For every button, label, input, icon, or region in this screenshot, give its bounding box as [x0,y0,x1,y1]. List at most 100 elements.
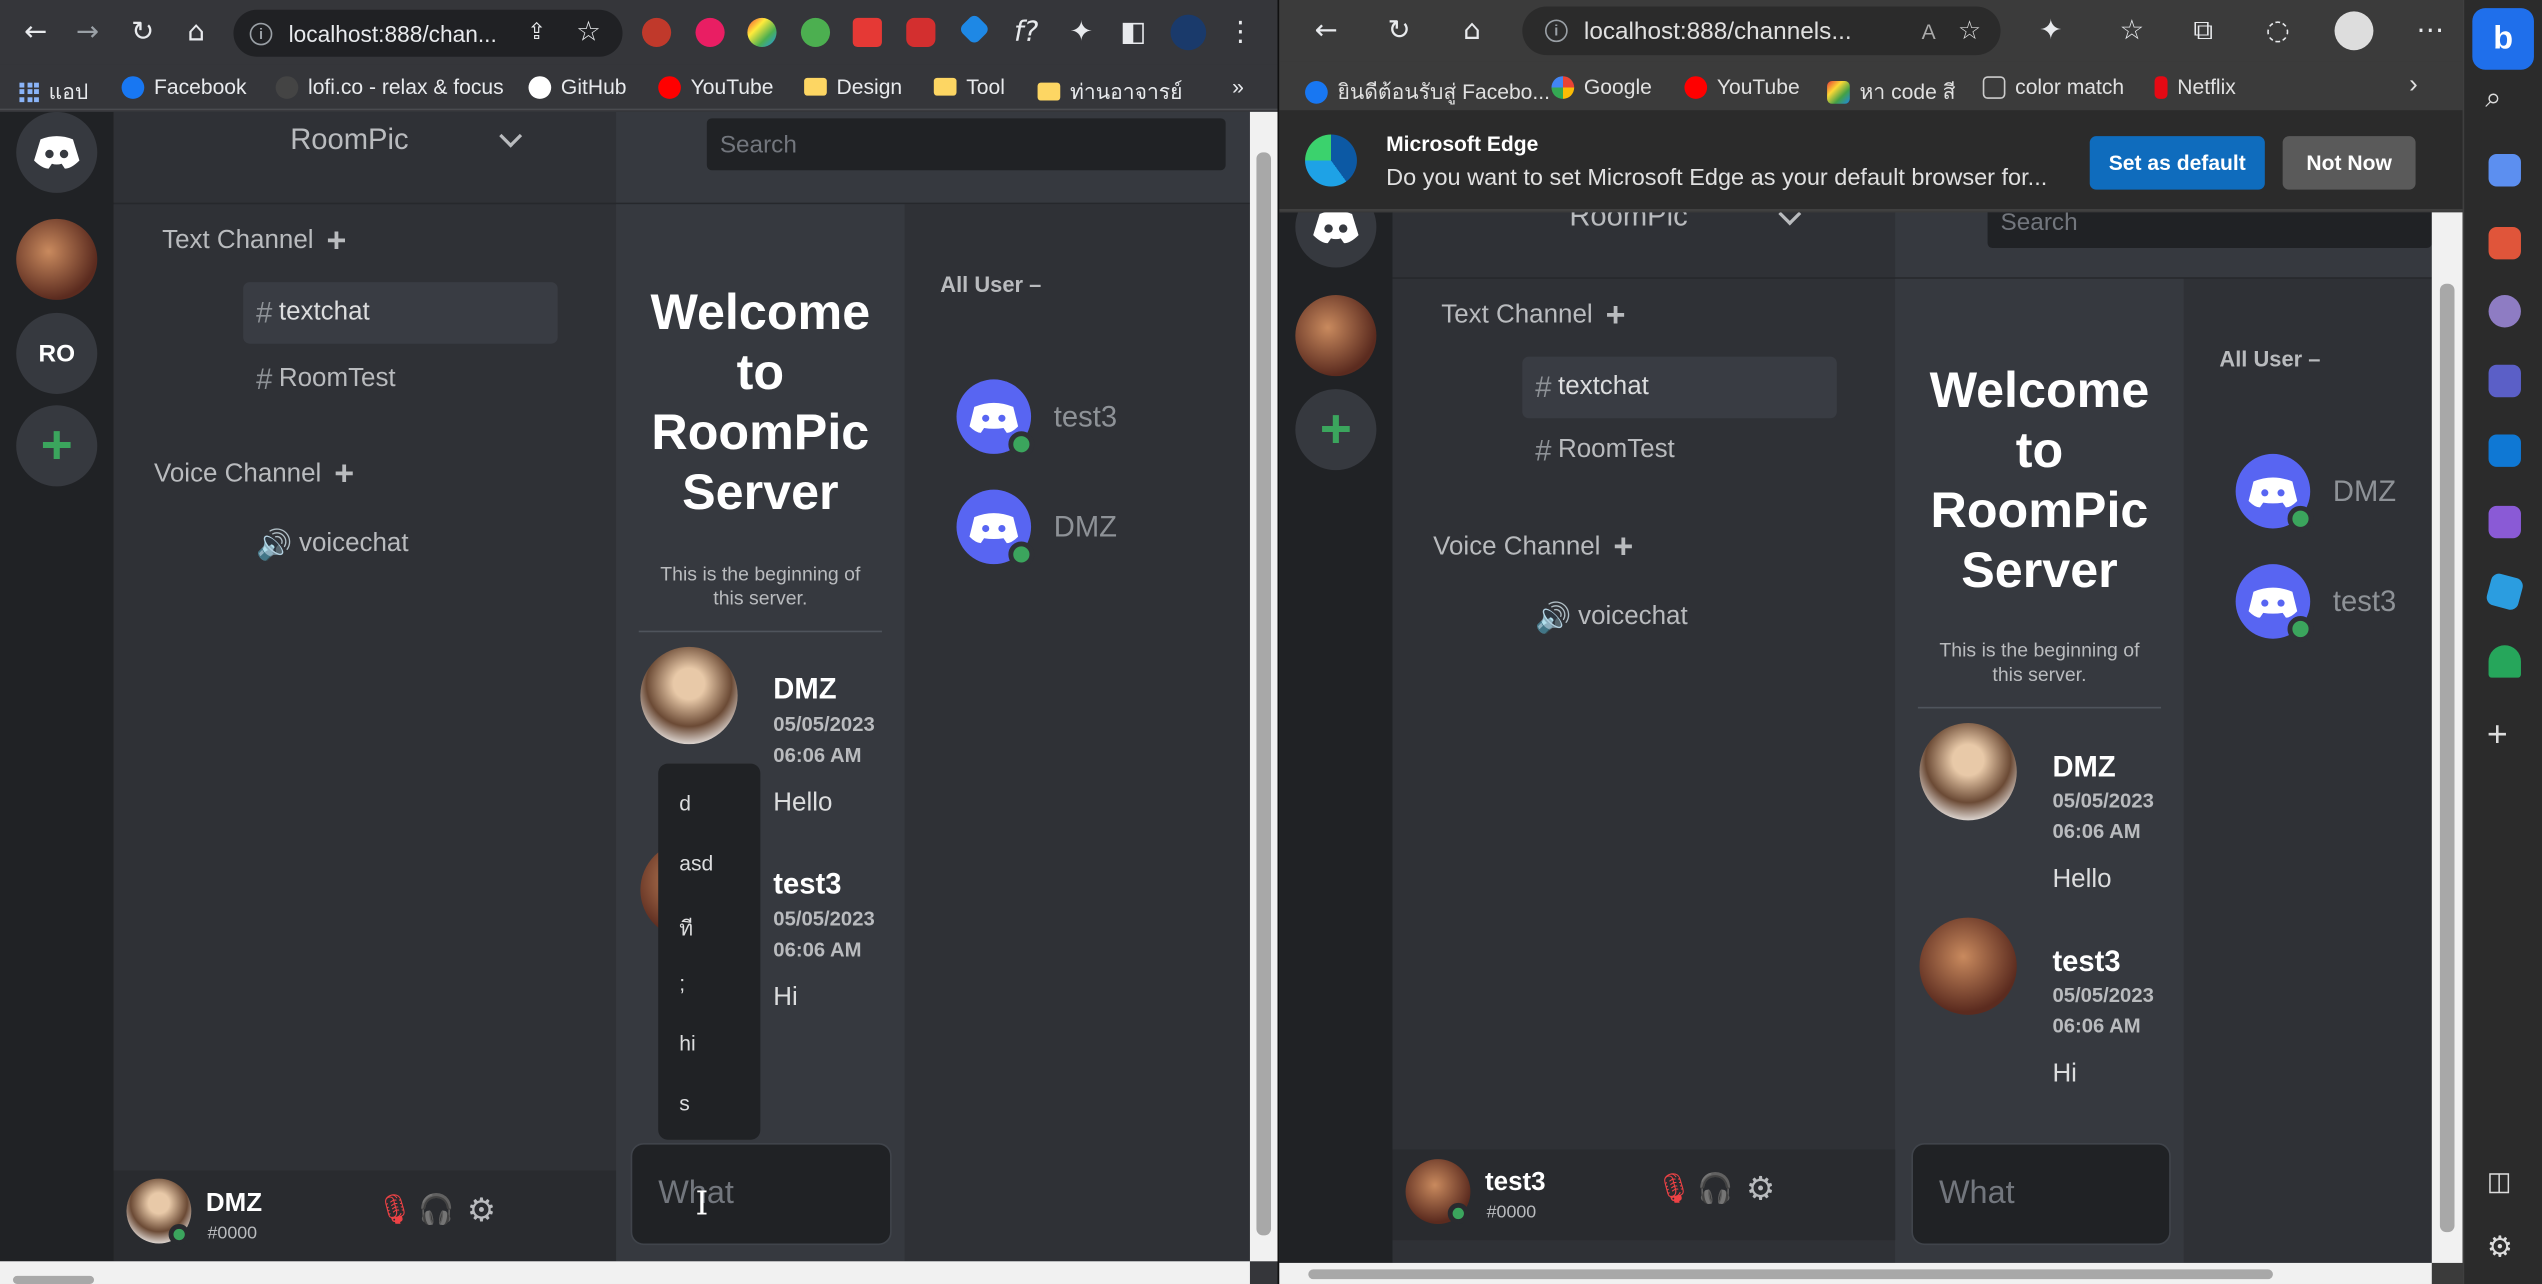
mic-muted-icon[interactable]: 🎙 [376,1193,413,1227]
headphones-icon[interactable]: 🎧 [418,1193,454,1227]
channel-roomtest[interactable]: # RoomTest [1522,420,1837,482]
settings-gear-icon[interactable]: ⚙ [467,1190,496,1231]
channel-roomtest[interactable]: # RoomTest [243,349,558,411]
add-server-icon[interactable]: + [16,405,98,487]
formula-icon[interactable]: f? [1005,11,1047,53]
not-now-button[interactable]: Not Now [2282,136,2416,190]
extensions-puzzle-icon[interactable]: ✦ [2030,10,2072,52]
search-input[interactable]: Search [706,118,1226,171]
bookmark-folder-thai[interactable]: ท่านอาจารย์ [1037,75,1182,109]
autocomplete-item[interactable]: asd [679,851,713,875]
scrollbar-thumb[interactable] [1256,152,1272,1236]
member-item[interactable]: test3 [956,379,1117,458]
server-name[interactable]: RoomPic [1569,212,1687,233]
microsoft-365-icon[interactable] [2488,364,2521,398]
site-info-icon[interactable]: i [249,21,273,45]
menu-dots-icon[interactable]: ⋯ [2409,10,2451,52]
favorites-icon[interactable]: ☆ [2111,10,2153,52]
forward-icon[interactable]: → [66,11,108,53]
bookmark-apps[interactable]: แอป [19,75,88,109]
add-sidebar-app-icon[interactable]: + [2487,713,2508,755]
send-paper-plane-icon[interactable] [2484,571,2525,612]
autocomplete-item[interactable]: hi [679,1031,695,1055]
site-info-icon[interactable]: i [1545,19,1568,43]
chevron-down-icon[interactable] [1778,212,1802,226]
bookmark-lofi[interactable]: lofi.co - relax & focus [275,75,504,99]
bookmark-color-match[interactable]: color match [1982,75,2124,99]
collections-icon[interactable]: ⧉ [2182,10,2224,52]
avatar[interactable] [1919,723,2017,821]
vertical-scrollbar[interactable] [1249,111,1278,1262]
outlook-icon[interactable] [2488,434,2521,467]
search-icon[interactable]: ⌕ [2485,81,2501,115]
profile-avatar-icon[interactable] [1170,14,1207,51]
server-avatar-icon[interactable] [1295,295,1377,377]
add-channel-icon[interactable]: + [326,222,346,261]
search-input[interactable]: Search [1987,212,2432,249]
extension-icon[interactable] [800,17,831,48]
horizontal-scrollbar[interactable] [1279,1262,2432,1284]
reload-icon[interactable]: ↻ [1378,10,1420,52]
bookmark-folder-tool[interactable]: Tool [933,75,1005,99]
autocomplete-item[interactable]: ที [679,911,693,945]
bookmark-netflix[interactable]: Netflix [2154,75,2236,99]
mic-muted-icon[interactable]: 🎙 [1655,1172,1692,1206]
add-channel-icon[interactable]: + [334,456,354,495]
bookmark-google[interactable]: Google [1551,75,1652,99]
tree-icon[interactable] [2488,645,2521,678]
favorite-add-icon[interactable]: ☆ [1958,15,1981,47]
bookmark-color-code[interactable]: หา code สี [1827,75,1956,109]
extensions-puzzle-icon[interactable]: ✦ [1060,11,1102,53]
discord-home-icon[interactable] [16,111,98,193]
message-input[interactable]: What [1911,1142,2171,1246]
games-icon[interactable] [2488,295,2521,328]
side-panel-icon[interactable]: ◧ [1112,11,1154,53]
channel-voicechat[interactable]: 🔊 voicechat [243,514,558,576]
bing-chat-icon[interactable]: b [2472,8,2534,70]
discord-home-icon[interactable] [1295,212,1377,268]
scrollbar-thumb[interactable] [1308,1269,2273,1280]
back-icon[interactable]: ← [1305,10,1347,52]
message-author[interactable]: test3 [773,867,841,901]
message-input[interactable]: What [630,1142,892,1246]
back-icon[interactable]: ← [15,11,57,53]
profile-avatar-icon[interactable] [2334,11,2374,51]
message-author[interactable]: test3 [2052,945,2120,979]
notifications-bell-icon[interactable]: ◌ [2257,10,2299,52]
channel-textchat[interactable]: # textchat [1522,356,1837,419]
bookmark-facebook[interactable]: ยินดีต้อนรับสู่ Facebo... [1305,75,1550,109]
reload-icon[interactable]: ↻ [122,11,164,53]
home-icon[interactable]: ⌂ [1451,10,1493,52]
member-item[interactable]: DMZ [2235,453,2396,532]
server-name[interactable]: RoomPic [290,123,408,157]
read-aloud-icon[interactable]: A [1922,19,1936,43]
bookmark-github[interactable]: GitHub [528,75,627,99]
channel-textchat[interactable]: # textchat [243,282,558,344]
channel-voicechat[interactable]: 🔊 voicechat [1522,587,1837,649]
extension-icon[interactable] [695,17,725,48]
bookmark-star-icon[interactable]: ☆ [567,11,609,53]
chevron-down-icon[interactable] [499,124,523,148]
vertical-scrollbar[interactable] [2431,212,2463,1263]
autocomplete-item[interactable]: s [679,1091,690,1115]
message-author[interactable]: DMZ [773,673,836,707]
bookmark-facebook[interactable]: Facebook [121,75,247,99]
bookmarks-overflow-chevron-icon[interactable]: › [2409,71,2418,100]
member-item[interactable]: test3 [2235,564,2396,642]
share-icon[interactable]: ⇪ [516,11,558,53]
designer-icon[interactable] [2488,505,2521,539]
avatar[interactable] [1919,917,2017,1015]
member-item[interactable]: DMZ [956,489,1117,568]
add-channel-icon[interactable]: + [1613,529,1633,568]
headphones-icon[interactable]: 🎧 [1697,1172,1733,1206]
extension-icon[interactable] [958,13,991,46]
address-bar[interactable]: i localhost:888/chan... [233,9,623,57]
extension-icon[interactable] [747,17,777,48]
message-author[interactable]: DMZ [2052,751,2115,785]
scrollbar-thumb[interactable] [12,1275,95,1284]
settings-gear-icon[interactable]: ⚙ [2487,1230,2513,1264]
add-server-icon[interactable]: + [1295,389,1377,471]
add-channel-icon[interactable]: + [1606,297,1626,336]
tools-briefcase-icon[interactable] [2488,226,2521,260]
bookmark-folder-design[interactable]: Design [804,75,902,99]
